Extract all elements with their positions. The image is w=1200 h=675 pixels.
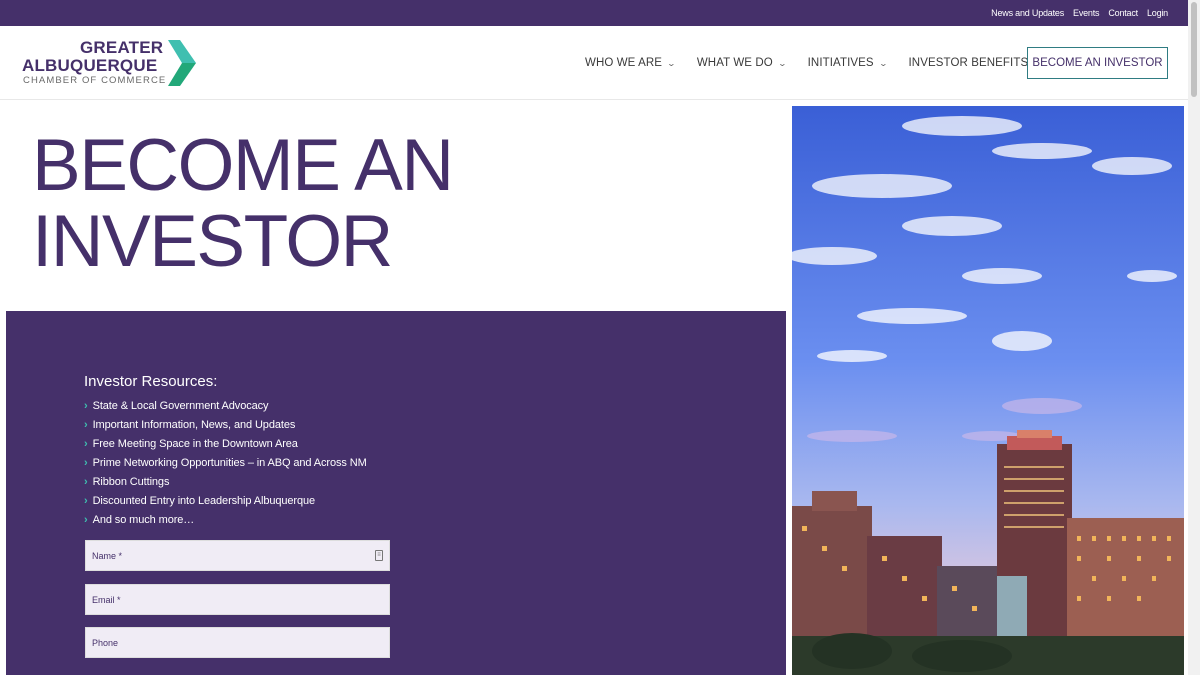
list-item: › Prime Networking Opportunities – in ABQ… [84,456,367,469]
list-item: › Ribbon Cuttings [84,475,170,488]
chamber-logo[interactable]: GREATER ALBUQUERQUE CHAMBER OF COMMERCE [22,38,202,88]
nav-investor-benefits-label: INVESTOR BENEFITS [908,57,1029,69]
name-field[interactable]: Name * ≡ [85,540,390,571]
nav-investor-benefits[interactable]: INVESTOR BENEFITS ⌄ [908,57,1043,69]
email-field-placeholder: Email * [92,594,121,605]
list-item: › Free Meeting Space in the Downtown Area [84,437,298,450]
nav-who-we-are[interactable]: WHO WE ARE ⌄ [585,57,677,69]
page-title: BECOME AN INVESTOR [32,125,454,282]
login-link[interactable]: Login [1147,8,1168,18]
chevron-right-icon: › [84,475,88,488]
logo-albuquerque-text: ALBUQUERQUE [22,56,158,75]
chevron-right-icon: › [84,456,88,469]
list-item: › Important Information, News, and Update… [84,418,296,431]
chevron-right-icon: › [84,418,88,431]
main-nav: WHO WE ARE ⌄ WHAT WE DO ⌄ INITIATIVES ⌄ … [585,26,1063,100]
page-title-line2: INVESTOR [32,201,393,282]
nav-initiatives-label: INITIATIVES [807,57,874,69]
downtown-albuquerque-photo [792,106,1184,675]
contact-link[interactable]: Contact [1108,8,1138,18]
nav-what-we-do-label: WHAT WE DO [696,57,773,69]
nav-initiatives[interactable]: INITIATIVES ⌄ [807,57,888,69]
logo-greater-text: GREATER [80,38,164,57]
logo-chamber-text: CHAMBER OF COMMERCE [23,75,167,86]
investor-resources-list: › State & Local Government Advocacy › Impo… [84,396,367,530]
page-scrollbar[interactable] [1188,0,1200,675]
chevron-down-icon: ⌄ [666,58,677,68]
site-header: GREATER ALBUQUERQUE CHAMBER OF COMMERCE … [0,26,1188,100]
scrollbar-thumb[interactable] [1191,2,1197,97]
news-and-updates-link[interactable]: News and Updates [991,8,1064,18]
email-field[interactable]: Email * [85,584,390,615]
chevron-down-icon: ⌄ [777,58,787,68]
utility-links: News and Updates Events Contact Login [991,0,1168,26]
top-utility-bar: News and Updates Events Contact Login [0,0,1188,26]
phone-field[interactable]: Phone [85,627,390,658]
phone-field-placeholder: Phone [92,637,119,648]
page-title-line1: BECOME AN [32,125,454,206]
nav-what-we-do[interactable]: WHAT WE DO ⌄ [696,57,787,69]
investor-resources-heading: Investor Resources: [84,373,218,390]
nav-who-we-are-label: WHO WE ARE [585,57,663,69]
logo-chevron-icon [168,40,196,86]
chevron-right-icon: › [84,495,88,508]
list-item: › And so much more… [84,514,195,527]
chevron-down-icon: ⌄ [878,58,888,68]
chevron-right-icon: › [84,437,88,450]
chevron-right-icon: › [84,514,88,527]
become-an-investor-button[interactable]: BECOME AN INVESTOR [1027,47,1168,79]
contact-card-icon: ≡ [375,550,383,561]
chevron-right-icon: › [84,399,88,412]
name-field-placeholder: Name * [92,550,123,561]
list-item: › Discounted Entry into Leadership Albuqu… [84,495,316,508]
list-item: › State & Local Government Advocacy [84,399,269,412]
events-link[interactable]: Events [1073,8,1100,18]
